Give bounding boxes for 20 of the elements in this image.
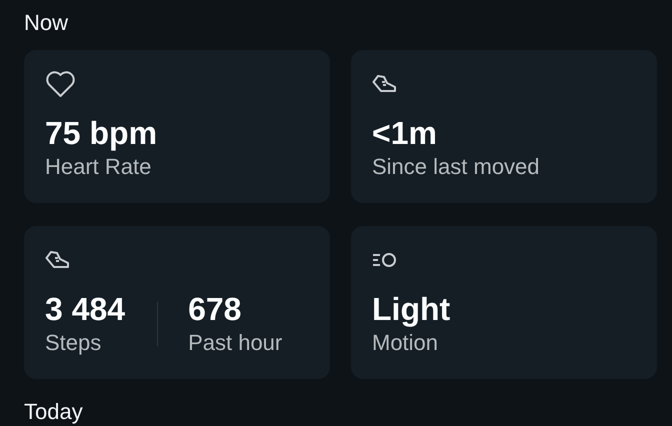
metric-label: Heart Rate: [45, 153, 152, 181]
shoe-icon: [45, 250, 71, 270]
metric-label: Past hour: [188, 329, 282, 357]
metric-label: Motion: [372, 329, 438, 357]
metric-label: Since last moved: [372, 153, 540, 181]
metric-value: 678: [188, 290, 242, 328]
metric-value: 3 484: [45, 290, 126, 328]
metric-card[interactable]: Light Motion: [351, 226, 657, 379]
metric-value: <1m: [372, 114, 437, 152]
shoe-icon: [372, 74, 398, 94]
section-heading: Now: [24, 10, 68, 36]
metric-card[interactable]: <1m Since last moved: [351, 50, 657, 203]
metric-value: Light: [372, 290, 450, 328]
metric-label: Steps: [45, 329, 102, 357]
heart-icon: [45, 70, 76, 98]
metric-card[interactable]: 3 484 Steps 678 Past hour: [24, 226, 330, 379]
motion-icon: [372, 252, 397, 268]
section-heading: Today: [24, 399, 83, 425]
metric-value: 75 bpm: [45, 114, 158, 152]
metric-card[interactable]: 75 bpm Heart Rate: [24, 50, 330, 203]
